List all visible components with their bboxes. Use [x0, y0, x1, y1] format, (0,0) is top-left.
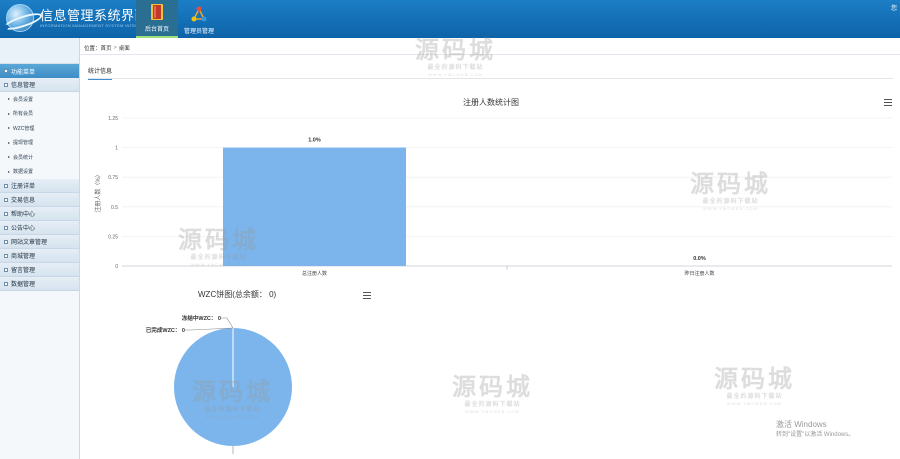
arrow-right-icon: [8, 98, 10, 101]
sidebar-group-info[interactable]: 信息管理: [0, 78, 79, 92]
menu-square-icon: [4, 69, 8, 73]
bar-chart: 1.25 1 0.75 0.5 0.25 0 注册人数（%） 1.0% 总注册人数 0.0% 昨日注…: [94, 116, 892, 277]
pie-chart-title: WZC饼图(总余额： 0): [198, 290, 277, 299]
arrow-right-icon: [8, 112, 10, 115]
sidebar-top: [0, 38, 79, 64]
sidebar-group[interactable]: 商城管理: [0, 249, 79, 263]
pie-label: 冻结中WZC： 0: [182, 314, 221, 322]
data-label: 0.0%: [693, 256, 706, 262]
breadcrumb: 位置： 首页 > 桌面: [84, 44, 130, 52]
sidebar-sub-item[interactable]: 所有会员: [0, 107, 79, 122]
y-tick-label: 1.25: [108, 116, 118, 122]
y-tick-label: 0.5: [111, 205, 118, 211]
sidebar-group[interactable]: 数据管理: [0, 277, 79, 291]
breadcrumb-home[interactable]: 首页: [101, 44, 112, 52]
y-axis-label: 注册人数（%）: [94, 171, 102, 212]
arrow-right-icon: [8, 170, 10, 173]
sidebar-group[interactable]: 帮助中心: [0, 207, 79, 221]
data-label: 1.0%: [308, 138, 321, 144]
arrow-right-icon: [8, 156, 10, 159]
pie-chart-menu-icon[interactable]: [363, 292, 371, 299]
folder-square-icon: [4, 82, 8, 87]
y-tick-label: 1: [115, 146, 118, 152]
folder-square-icon: [4, 211, 8, 216]
folder-square-icon: [4, 225, 8, 230]
sidebar-group[interactable]: 网站文章管理: [0, 235, 79, 249]
sidebar-group[interactable]: 公告中心: [0, 221, 79, 235]
pie-chart: 冻结中WZC： 0 已完成WZC： 0: [146, 314, 292, 454]
breadcrumb-current: 桌面: [118, 46, 130, 52]
y-tick-label: 0.25: [108, 234, 118, 240]
x-category-label: 昨日注册人数: [684, 270, 714, 277]
sidebar-sub-item[interactable]: 数据设置: [0, 165, 79, 180]
folder-square-icon: [4, 197, 8, 202]
bar: [223, 147, 406, 266]
user-info[interactable]: 您: [891, 3, 897, 12]
folder-square-icon: [4, 267, 8, 272]
sidebar-sub-item[interactable]: 会员统计: [0, 150, 79, 165]
sidebar-group[interactable]: 注册详单: [0, 179, 79, 193]
watermark: 源码城 最全的源码下载站 WWW.YMCWEB.COM: [415, 37, 496, 78]
watermark: 源码城 最全的源码下载站 WWW.YMCWEB.COM: [452, 374, 533, 415]
folder-square-icon: [4, 253, 8, 258]
folder-square-icon: [4, 239, 8, 244]
sidebar-group[interactable]: 留言管理: [0, 263, 79, 277]
app-subtitle: INFORMATION MANAGEMENT SYSTEM INTERFACE: [40, 22, 151, 28]
windows-activation-notice: 激活 Windows 转到"设置"以激活 Windows。: [776, 420, 855, 438]
nav-home-label: 后台首页: [144, 27, 169, 33]
globe-logo-icon: [6, 4, 34, 32]
sidebar-group[interactable]: 交易信息: [0, 193, 79, 207]
folder-square-icon: [4, 183, 8, 188]
sidebar-sub-item[interactable]: WZC管理: [0, 121, 79, 136]
sidebar-menu-header[interactable]: 功能菜单: [0, 64, 79, 78]
pie-leader-line: [221, 317, 234, 329]
nav-admin-label: 管理员管理: [183, 29, 214, 35]
top-header: 信息管理系统界面 INFORMATION MANAGEMENT SYSTEM I…: [0, 0, 900, 38]
sidebar: 功能菜单 信息管理 会员设置 所有会员 WZC管理 提现管理 会员统计 数据设置…: [0, 38, 80, 459]
pie-label: 已完成WZC： 0: [146, 326, 185, 334]
x-category-label: 总注册人数: [302, 270, 327, 277]
watermark: 源码城 最全的源码下载站 WWW.YMCWEB.COM: [714, 366, 795, 407]
logo: 信息管理系统界面 INFORMATION MANAGEMENT SYSTEM I…: [6, 3, 150, 33]
arrow-right-icon: [8, 141, 10, 144]
network-icon: [191, 6, 207, 22]
y-tick-label: 0.75: [108, 175, 118, 181]
y-tick-label: 0: [115, 264, 118, 270]
sidebar-sub-item[interactable]: 提现管理: [0, 136, 79, 151]
app-title: 信息管理系统界面: [40, 7, 149, 23]
nav-home[interactable]: 后台首页: [136, 0, 178, 38]
nav-admin[interactable]: 管理员管理: [178, 0, 220, 38]
folder-square-icon: [4, 281, 8, 286]
sidebar-sub-item[interactable]: 会员设置: [0, 92, 79, 107]
book-icon: [151, 4, 163, 20]
arrow-right-icon: [8, 127, 10, 130]
